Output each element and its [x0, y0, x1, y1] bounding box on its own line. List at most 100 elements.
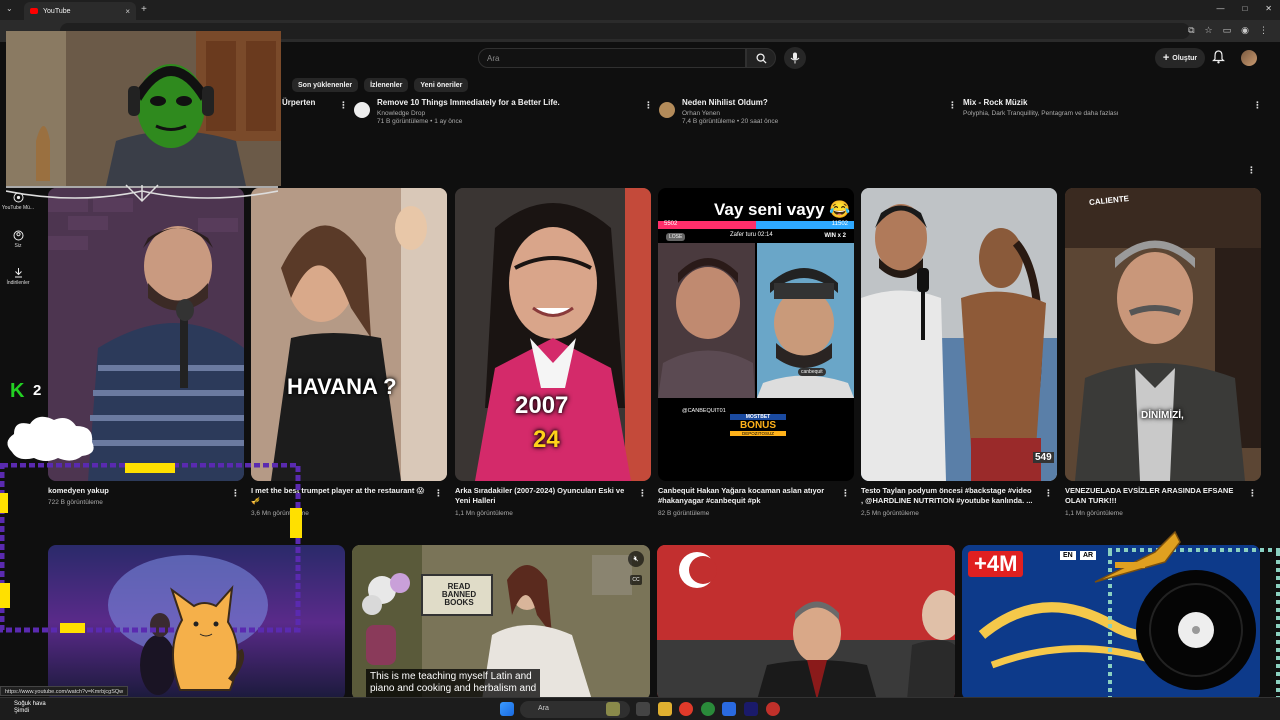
chip-new-to-you[interactable]: Yeni öneriler: [414, 78, 469, 92]
short-image: [861, 188, 1057, 481]
short-image: [251, 188, 447, 481]
premiere-icon[interactable]: [744, 702, 758, 716]
win-badge: WIN x 2: [824, 233, 846, 239]
start-windows-icon[interactable]: [500, 702, 514, 716]
more-options-icon[interactable]: ⋮: [948, 101, 957, 110]
short-thumbnail-4[interactable]: Vay seni vayy 😂 5502 11502 LOSE Zafer tu…: [658, 188, 854, 481]
short-thumbnail-3[interactable]: 2007 24: [455, 188, 651, 481]
browser-toolbar-icons: ⧉ ☆ ▭ ◉ ⋮: [1188, 25, 1268, 36]
short-thumbnail-5[interactable]: 549: [861, 188, 1057, 481]
notifications-bell-icon[interactable]: [1212, 50, 1225, 64]
short-image: [1065, 188, 1261, 481]
short-views: 2,5 Mn görüntüleme: [861, 510, 919, 517]
video-thumbnail-2[interactable]: READ BANNED BOOKS 🔇︎ CC This is me teach…: [352, 545, 650, 700]
tab-close-icon[interactable]: ×: [125, 7, 130, 16]
more-options-icon[interactable]: ⋮: [841, 489, 850, 498]
video-stats: 71 B görüntüleme • 1 ay önce: [377, 118, 463, 125]
short-title[interactable]: Testo Taylan podyum öncesi #backstage #v…: [861, 486, 1033, 506]
channel-name[interactable]: Orhan Yenen: [682, 110, 778, 117]
ornament-image: [5, 184, 279, 203]
short-overlay-age: 24: [533, 426, 560, 453]
short-thumbnail-6[interactable]: CALIENTE DİNİMİZİ,: [1065, 188, 1261, 481]
extensions-icon[interactable]: ▭: [1223, 25, 1232, 36]
tab-list-icon[interactable]: ⌄: [6, 4, 13, 13]
pixel-frame-overlay: [0, 463, 302, 633]
contestant-number: 549: [1033, 452, 1054, 463]
video-card-1[interactable]: Ürperten: [282, 98, 315, 107]
account-avatar[interactable]: [1241, 50, 1257, 66]
shelf-menu-icon[interactable]: ⋮: [1247, 166, 1256, 175]
search-input[interactable]: Ara: [478, 48, 746, 68]
short-title-line: , @HARDLINE NUTRITION #youtube kanlında.…: [861, 496, 1033, 505]
video-title[interactable]: Ürperten: [282, 98, 315, 107]
short-title[interactable]: Canbequit Hakan Yağara kocaman aslan atı…: [658, 486, 824, 506]
sidebar-item-downloads[interactable]: İndirilenler: [0, 267, 36, 286]
more-options-icon[interactable]: ⋮: [644, 101, 653, 110]
short-overlay-year: 2007: [515, 392, 569, 419]
short-overlay-text: Vay seni vayy 😂: [714, 200, 851, 219]
channel-avatar[interactable]: [659, 102, 675, 118]
sidebar-item-you[interactable]: Siz: [0, 230, 36, 249]
short-title-line: OLAN TURK!!!: [1065, 496, 1117, 505]
app-icon[interactable]: [701, 702, 715, 716]
video-card-4[interactable]: Mix - Rock Müzik Polyphia, Dark Tranquil…: [963, 98, 1119, 117]
weather-time: Şimdi: [14, 708, 30, 714]
user-tag: canbequit: [798, 368, 826, 376]
channel-avatar[interactable]: [354, 102, 370, 118]
window-controls: — □ ✕: [1216, 4, 1272, 13]
trumpet-sticker-icon: [1094, 530, 1181, 583]
user-icon: [13, 230, 23, 241]
maximize-button[interactable]: □: [1242, 4, 1247, 13]
more-options-icon[interactable]: ⋮: [434, 489, 443, 498]
video-title[interactable]: Neden Nihilist Oldum?: [682, 98, 778, 107]
video-card-2[interactable]: Remove 10 Things Immediately for a Bette…: [377, 98, 560, 125]
more-options-icon[interactable]: ⋮: [638, 489, 647, 498]
widgets-icon[interactable]: [606, 702, 620, 716]
short-thumbnail-2[interactable]: HAVANA ?: [251, 188, 447, 481]
video-title[interactable]: Remove 10 Things Immediately for a Bette…: [377, 98, 560, 107]
more-options-icon[interactable]: ⋮: [1248, 489, 1257, 498]
chip-watched[interactable]: İzlenenler: [364, 78, 409, 92]
short-views: 1,1 Mn görüntüleme: [1065, 510, 1123, 517]
channel-name[interactable]: Knowledge Drop: [377, 110, 560, 117]
install-app-icon[interactable]: ⧉: [1188, 25, 1194, 36]
mute-icon[interactable]: 🔇︎: [628, 551, 644, 567]
channel-name[interactable]: Polyphia, Dark Tranquillity, Pentagram v…: [963, 110, 1119, 117]
short-views: 1,1 Mn görüntüleme: [455, 510, 513, 517]
task-view-icon[interactable]: [636, 702, 650, 716]
book-sign: READ BANNED BOOKS: [428, 583, 490, 607]
short-title-line: Arka Sıradakiler (2007-2024) Oyuncuları …: [455, 486, 625, 495]
minimize-button[interactable]: —: [1216, 4, 1224, 13]
profile-icon[interactable]: ◉: [1241, 25, 1249, 36]
new-tab-button[interactable]: +: [141, 4, 147, 15]
chrome-icon[interactable]: [679, 702, 693, 716]
app-icon[interactable]: [766, 702, 780, 716]
caption-line: This is me teaching myself Latin and: [370, 671, 532, 682]
close-window-button[interactable]: ✕: [1265, 4, 1272, 13]
video-title[interactable]: Mix - Rock Müzik: [963, 98, 1119, 107]
create-button[interactable]: + Oluştur: [1155, 48, 1205, 68]
captions-icon[interactable]: CC: [630, 575, 642, 585]
video-card-3[interactable]: Neden Nihilist Oldum? Orhan Yenen 7,4 B …: [682, 98, 778, 125]
link-status-bar: https://www.youtube.com/watch?v=KmrbjcgS…: [0, 686, 129, 696]
more-options-icon[interactable]: ⋮: [339, 101, 348, 110]
weather-widget[interactable]: Soğuk hava Şimdi: [14, 701, 46, 715]
more-options-icon[interactable]: ⋮: [1253, 101, 1262, 110]
video-captions: This is me teaching myself Latin and pia…: [366, 669, 541, 697]
voice-search-button[interactable]: [784, 47, 806, 69]
short-title[interactable]: VENEZUELADA EVSİZLER ARASINDA EFSANE OLAN…: [1065, 486, 1233, 506]
bookmark-star-icon[interactable]: ☆: [1205, 25, 1213, 36]
more-options-icon[interactable]: ⋮: [1044, 489, 1053, 498]
browser-menu-icon[interactable]: ⋮: [1259, 25, 1268, 36]
decorative-frame-ornament: [5, 183, 279, 205]
app-icon[interactable]: [722, 702, 736, 716]
sidebar-item-label: Siz: [14, 243, 22, 249]
file-explorer-icon[interactable]: [658, 702, 672, 716]
chip-recently-uploaded[interactable]: Son yüklenenler: [292, 78, 359, 92]
browser-tab-youtube[interactable]: YouTube ×: [24, 2, 136, 20]
search-button[interactable]: [746, 48, 776, 68]
short-title[interactable]: Arka Sıradakiler (2007-2024) Oyuncuları …: [455, 486, 624, 506]
short-subtitle: DİNİMİZİ,: [1141, 410, 1184, 421]
short-title-line: Testo Taylan podyum öncesi #backstage #v…: [861, 486, 1032, 495]
video-thumbnail-3[interactable]: [657, 545, 955, 700]
